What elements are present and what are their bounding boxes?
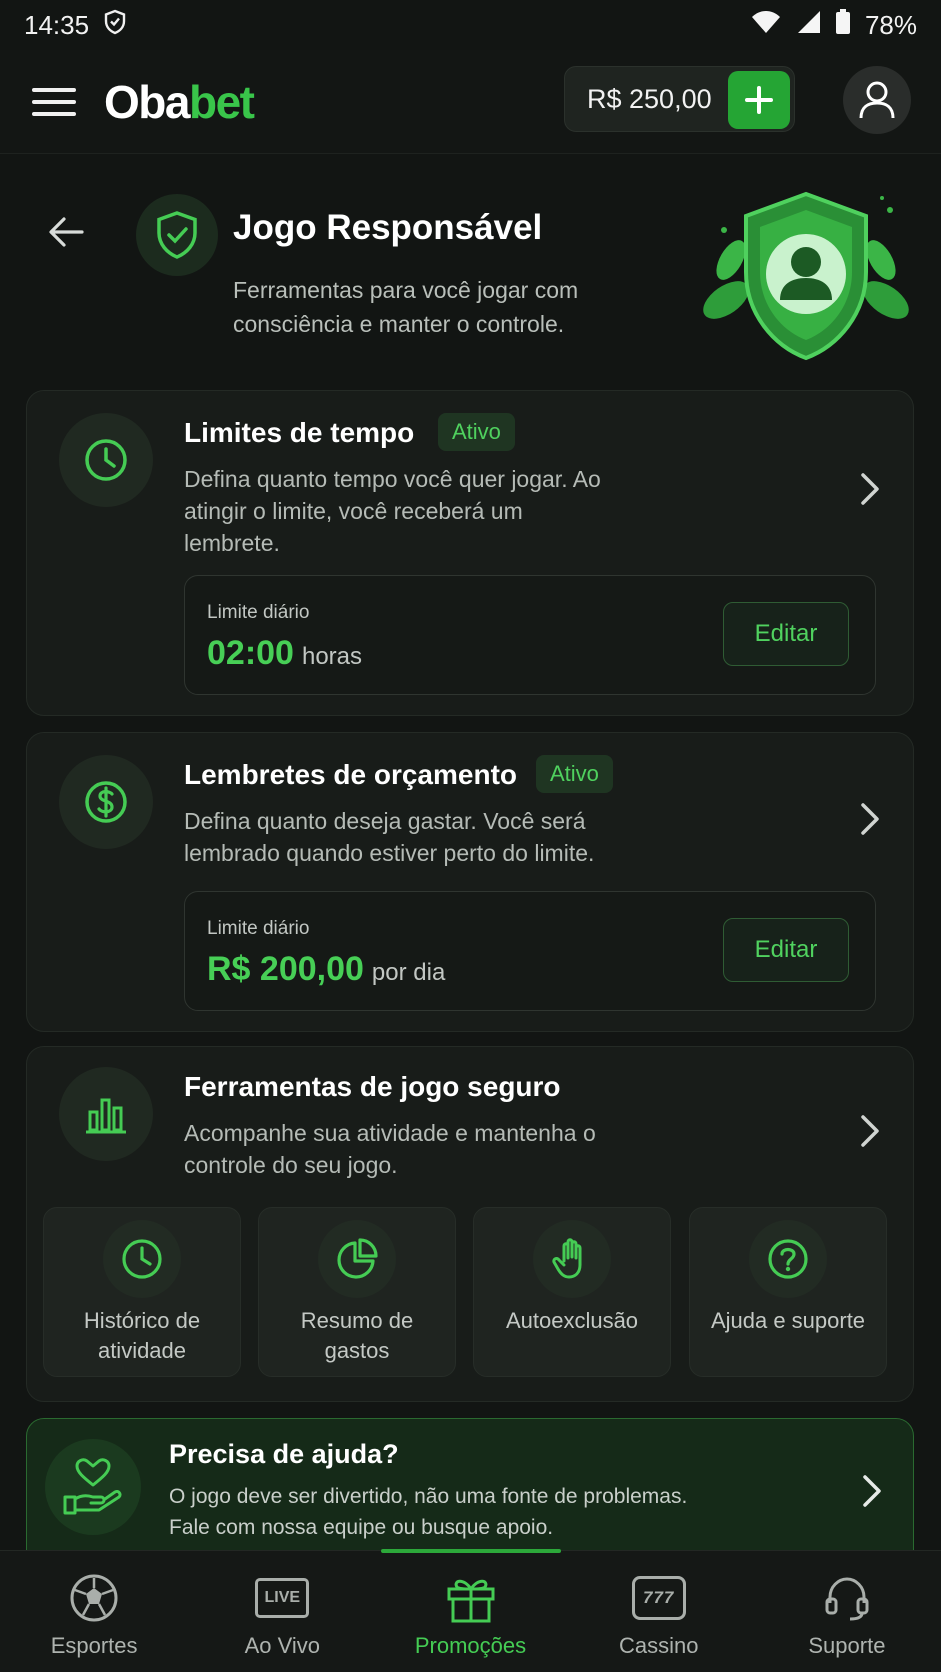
battery-percent: 78% xyxy=(864,9,917,40)
deposit-button[interactable] xyxy=(728,71,790,129)
tool-label: Resumo de gastos xyxy=(300,1308,414,1363)
gift-icon xyxy=(443,1573,499,1623)
nav-item-suporte[interactable]: Suporte xyxy=(753,1551,941,1672)
nav-label: Promoções xyxy=(414,1633,527,1658)
status-badge: Ativo xyxy=(536,755,613,793)
nav-item-cassino[interactable]: 777 Cassino xyxy=(565,1551,753,1672)
card-description: Defina quanto tempo você quer jogar. Ao … xyxy=(184,466,601,556)
nav-label: Suporte xyxy=(808,1633,886,1658)
chevron-right-icon[interactable] xyxy=(857,1111,883,1151)
status-time: 14:35 xyxy=(24,9,90,40)
limit-label: Limite diário xyxy=(207,918,310,939)
need-help-card[interactable]: Precisa de ajuda? O jogo deve ser divert… xyxy=(26,1418,914,1568)
budget-reminders-card[interactable]: Lembretes de orçamento Ativo Defina quan… xyxy=(26,732,914,1032)
daily-time-limit-box: Limite diário 02:00 horas Editar xyxy=(184,575,876,695)
tool-label: Histórico de atividade xyxy=(83,1308,201,1363)
brand-logo[interactable]: Obabet xyxy=(104,75,255,129)
help-description: O jogo deve ser divertido, não uma fonte… xyxy=(169,1485,688,1539)
shield-check-icon xyxy=(136,194,218,276)
question-icon xyxy=(749,1220,827,1298)
time-limits-card[interactable]: Limites de tempo Ativo Defina quanto tem… xyxy=(26,390,914,716)
profile-button[interactable] xyxy=(843,66,911,134)
card-description: Defina quanto deseja gastar. Você será l… xyxy=(184,808,595,866)
tool-spending-summary[interactable]: Resumo de gastos xyxy=(258,1207,456,1377)
card-title: Lembretes de orçamento xyxy=(184,759,517,790)
soccer-ball-icon xyxy=(66,1573,122,1623)
tool-activity-history[interactable]: Histórico de atividade xyxy=(43,1207,241,1377)
wifi-icon xyxy=(751,10,781,41)
help-title: Precisa de ajuda? xyxy=(169,1439,399,1469)
card-title: Ferramentas de jogo seguro xyxy=(184,1071,561,1102)
card-description: Acompanhe sua atividade e mantenha o con… xyxy=(184,1120,596,1178)
hand-icon xyxy=(533,1220,611,1298)
shield-illustration xyxy=(696,180,916,370)
tool-help-support[interactable]: Ajuda e suporte xyxy=(689,1207,887,1377)
page-subtitle: Ferramentas para você jogar com consciên… xyxy=(233,277,579,337)
tool-label: Ajuda e suporte xyxy=(710,1308,866,1333)
card-title: Limites de tempo xyxy=(184,417,415,448)
tool-label: Autoexclusão xyxy=(505,1308,639,1333)
user-icon xyxy=(859,81,895,119)
edit-time-limit-button[interactable]: Editar xyxy=(723,602,849,666)
dollar-icon xyxy=(59,755,153,849)
limit-value: R$ 200,00 por dia xyxy=(207,950,446,988)
plus-icon xyxy=(745,86,773,114)
limit-label: Limite diário xyxy=(207,602,310,623)
slot-machine-icon: 777 xyxy=(631,1573,687,1623)
chevron-right-icon[interactable] xyxy=(857,469,883,509)
signal-icon xyxy=(795,10,821,41)
status-bar: 14:35 78% xyxy=(0,0,941,50)
page-title: Jogo Responsável xyxy=(233,208,543,247)
headset-icon xyxy=(819,1573,875,1623)
pie-chart-icon xyxy=(318,1220,396,1298)
nav-item-esportes[interactable]: Esportes xyxy=(0,1551,188,1672)
heart-hand-icon xyxy=(45,1439,141,1535)
nav-item-promocoes[interactable]: Promoções xyxy=(376,1549,564,1672)
arrow-left-icon xyxy=(49,217,84,247)
app-header: Obabet R$ 250,00 xyxy=(0,50,941,154)
hamburger-menu-icon[interactable] xyxy=(30,82,78,122)
page-header: Jogo Responsável Ferramentas para você j… xyxy=(0,180,941,370)
shield-status-icon xyxy=(103,9,127,42)
battery-icon xyxy=(835,8,851,42)
limit-value: 02:00 horas xyxy=(207,634,363,672)
chevron-right-icon[interactable] xyxy=(857,799,883,839)
live-icon: LIVE xyxy=(254,1573,310,1623)
balance-display[interactable]: R$ 250,00 xyxy=(564,66,795,132)
nav-label: Cassino xyxy=(618,1633,699,1658)
daily-budget-limit-box: Limite diário R$ 200,00 por dia Editar xyxy=(184,891,876,1011)
balance-amount: R$ 250,00 xyxy=(587,83,712,114)
nav-label: Esportes xyxy=(50,1633,138,1658)
clock-icon xyxy=(59,413,153,507)
status-badge: Ativo xyxy=(438,413,515,451)
safe-play-tools-card: Ferramentas de jogo seguro Acompanhe sua… xyxy=(26,1046,914,1402)
tool-self-exclusion[interactable]: Autoexclusão xyxy=(473,1207,671,1377)
edit-budget-limit-button[interactable]: Editar xyxy=(723,918,849,982)
bar-chart-icon xyxy=(59,1067,153,1161)
clock-icon xyxy=(103,1220,181,1298)
nav-item-ao-vivo[interactable]: LIVE Ao Vivo xyxy=(188,1551,376,1672)
back-button[interactable] xyxy=(44,210,88,254)
bottom-navigation: Esportes LIVE Ao Vivo Promoções 777 Cass… xyxy=(0,1549,941,1672)
nav-label: Ao Vivo xyxy=(244,1633,321,1658)
chevron-right-icon[interactable] xyxy=(859,1471,885,1511)
